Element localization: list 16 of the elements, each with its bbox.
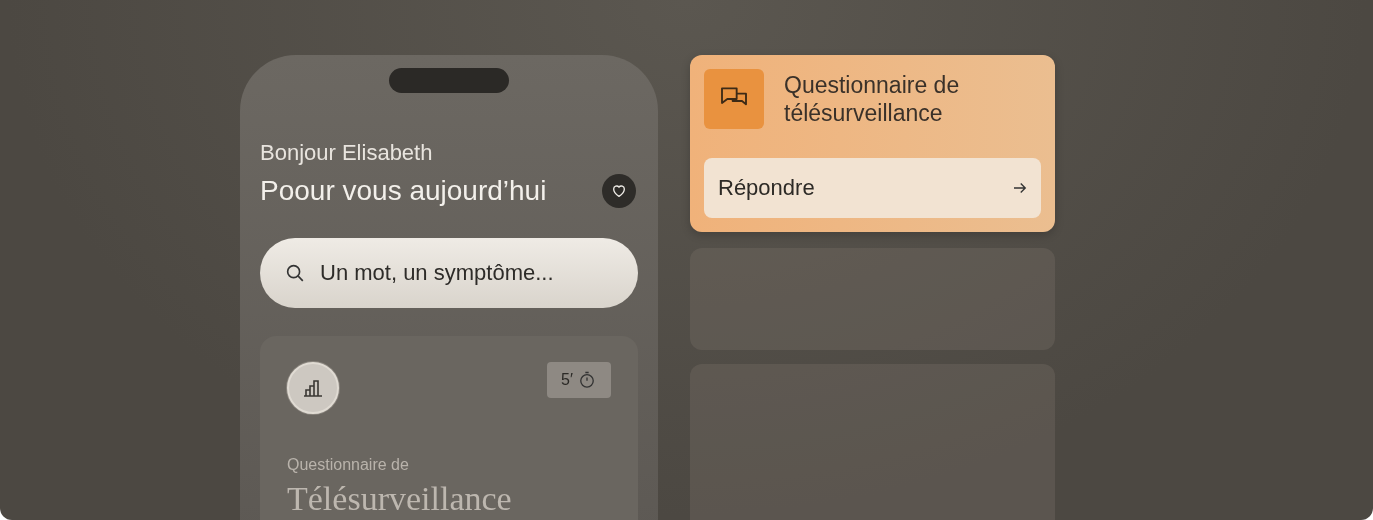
greeting: Bonjour Elisabeth	[260, 140, 434, 166]
notification-title: Questionnaire de télésurveillance	[784, 71, 961, 127]
survey-card[interactable]: 5′ Questionnaire de Télésurveillance	[260, 336, 638, 520]
search-icon	[284, 262, 306, 284]
stopwatch-icon	[577, 370, 597, 390]
card-title: Télésurveillance	[287, 480, 513, 518]
favorites-button[interactable]	[602, 174, 636, 208]
card-subtitle: Questionnaire de	[287, 456, 410, 474]
search-field[interactable]: Un mot, un symptôme...	[260, 238, 638, 308]
bar-chart-icon	[287, 362, 339, 414]
page-title: Poour vous aujourd’hui	[260, 175, 547, 207]
reply-button[interactable]: Répondre	[704, 158, 1041, 218]
duration: 5′	[561, 371, 573, 389]
search-input[interactable]: Un mot, un symptôme...	[318, 259, 614, 287]
heart-icon	[611, 183, 627, 199]
chat-bubbles-icon	[704, 69, 764, 129]
